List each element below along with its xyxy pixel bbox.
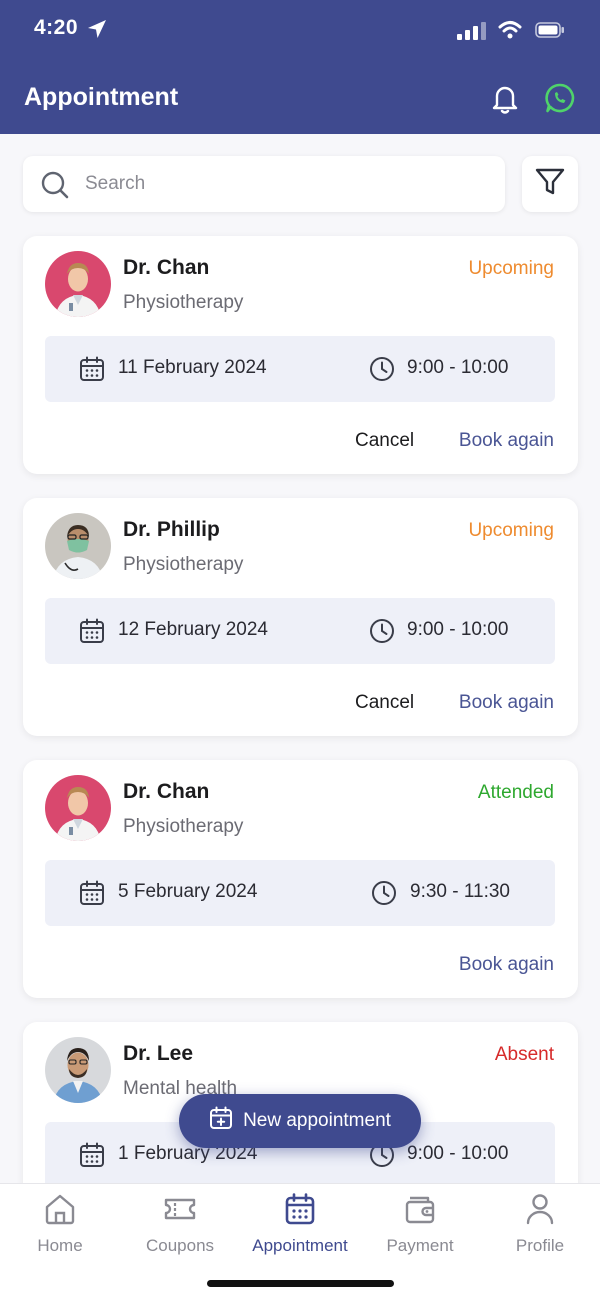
clock-icon	[371, 880, 397, 911]
nav-label-coupons: Coupons	[145, 1236, 215, 1255]
nav-item-payment[interactable]: Payment	[360, 1192, 480, 1256]
doctor-name: Dr. Chan	[123, 780, 210, 803]
appointment-date: 5 February 2024	[118, 881, 258, 902]
location-arrow-icon	[86, 18, 108, 45]
status-badge: Absent	[494, 1044, 554, 1065]
nav-item-profile[interactable]: Profile	[480, 1192, 600, 1256]
calendar-icon	[79, 356, 105, 387]
coupon-icon	[120, 1192, 240, 1226]
nav-label-profile: Profile	[515, 1236, 565, 1255]
nav-item-home[interactable]: Home	[0, 1192, 120, 1256]
nav-item-appointment[interactable]: Appointment	[240, 1192, 360, 1256]
calendar-icon	[79, 618, 105, 649]
battery-icon	[535, 22, 565, 43]
appointment-time: 9:00 - 10:00	[407, 1143, 509, 1164]
cancel-button[interactable]: Cancel	[355, 692, 414, 714]
appointment-date: 12 February 2024	[118, 619, 268, 640]
book-again-button[interactable]: Book again	[459, 692, 554, 714]
cancel-button[interactable]: Cancel	[355, 430, 414, 452]
doctor-avatar	[45, 1037, 111, 1103]
clock-icon	[369, 618, 395, 649]
status-badge: Upcoming	[468, 520, 554, 541]
book-again-button[interactable]: Book again	[459, 430, 554, 452]
home-icon	[0, 1192, 120, 1226]
new-appointment-label: New appointment	[243, 1110, 391, 1131]
filter-button[interactable]	[522, 156, 578, 212]
home-indicator	[207, 1280, 394, 1287]
appointment-card: Dr. Phillip Physiotherapy Upcoming 12 Fe…	[23, 498, 578, 736]
appointment-date: 11 February 2024	[118, 357, 267, 378]
search-box[interactable]	[23, 156, 505, 212]
cellular-signal-icon	[457, 22, 487, 45]
doctor-specialty: Physiotherapy	[123, 816, 244, 837]
app-header: 4:20 Appointment	[0, 0, 600, 134]
doctor-avatar	[45, 513, 111, 579]
doctor-avatar	[45, 775, 111, 841]
search-input[interactable]	[85, 170, 485, 198]
doctor-avatar	[45, 251, 111, 317]
bell-icon[interactable]	[489, 81, 521, 120]
status-badge: Upcoming	[468, 258, 554, 279]
doctor-name: Dr. Chan	[123, 256, 210, 279]
status-bar-time: 4:20	[34, 16, 79, 39]
appointment-card: Dr. Chan Physiotherapy Attended 5 Februa…	[23, 760, 578, 998]
doctor-specialty: Physiotherapy	[123, 292, 244, 313]
calendar-icon	[79, 1142, 105, 1173]
appointment-time: 9:00 - 10:00	[407, 619, 509, 640]
calendar-add-icon	[209, 1106, 233, 1136]
nav-item-coupons[interactable]: Coupons	[120, 1192, 240, 1256]
doctor-specialty: Physiotherapy	[123, 554, 244, 575]
user-icon	[480, 1192, 600, 1226]
wifi-icon	[498, 20, 522, 45]
search-icon	[39, 169, 71, 206]
doctor-name: Dr. Lee	[123, 1042, 194, 1065]
nav-label-payment: Payment	[386, 1236, 454, 1255]
appointment-card: Dr. Chan Physiotherapy Upcoming 11 Febru…	[23, 236, 578, 474]
status-badge: Attended	[477, 782, 554, 803]
appointment-datetime: 12 February 2024 9:00 - 10:00	[45, 598, 555, 664]
appointment-list-area[interactable]: Dr. Chan Physiotherapy Upcoming 11 Febru…	[0, 134, 600, 1184]
appointment-datetime: 5 February 2024 9:30 - 11:30	[45, 860, 555, 926]
new-appointment-button[interactable]: New appointment	[179, 1094, 421, 1148]
whatsapp-icon[interactable]	[544, 82, 576, 119]
calendar-icon	[240, 1192, 360, 1226]
book-again-button[interactable]: Book again	[459, 954, 554, 976]
appointment-time: 9:00 - 10:00	[407, 357, 509, 378]
nav-label-home: Home	[37, 1236, 83, 1255]
nav-label-appointment: Appointment	[252, 1236, 348, 1255]
clock-icon	[369, 356, 395, 387]
appointment-time: 9:30 - 11:30	[410, 881, 511, 902]
wallet-icon	[360, 1192, 480, 1226]
calendar-icon	[79, 880, 105, 911]
appointment-datetime: 11 February 2024 9:00 - 10:00	[45, 336, 555, 402]
doctor-name: Dr. Phillip	[123, 518, 220, 541]
page-title: Appointment	[24, 83, 179, 111]
filter-icon	[535, 168, 565, 201]
